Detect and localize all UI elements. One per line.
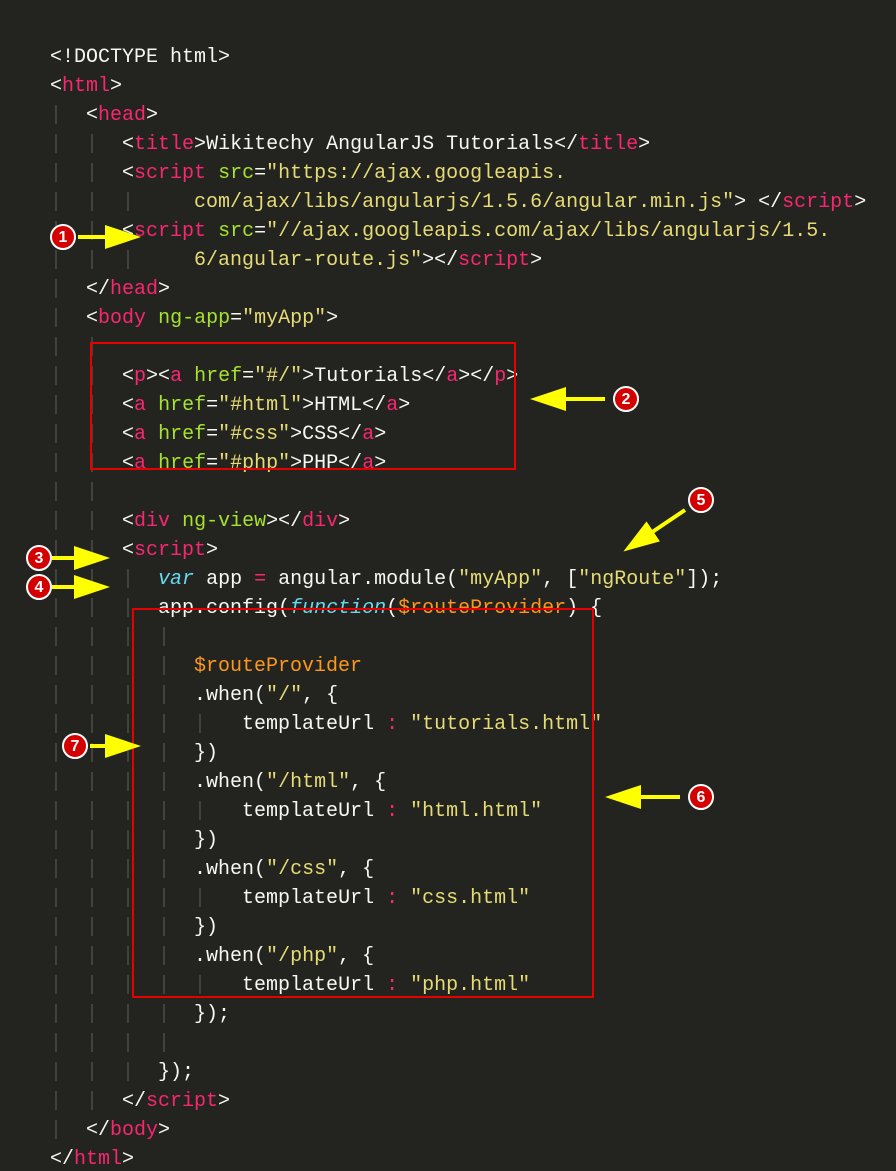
doctype: <!DOCTYPE html> bbox=[50, 46, 230, 69]
code-editor: <!DOCTYPE html> <html> | <head> | | <tit… bbox=[0, 0, 896, 1171]
